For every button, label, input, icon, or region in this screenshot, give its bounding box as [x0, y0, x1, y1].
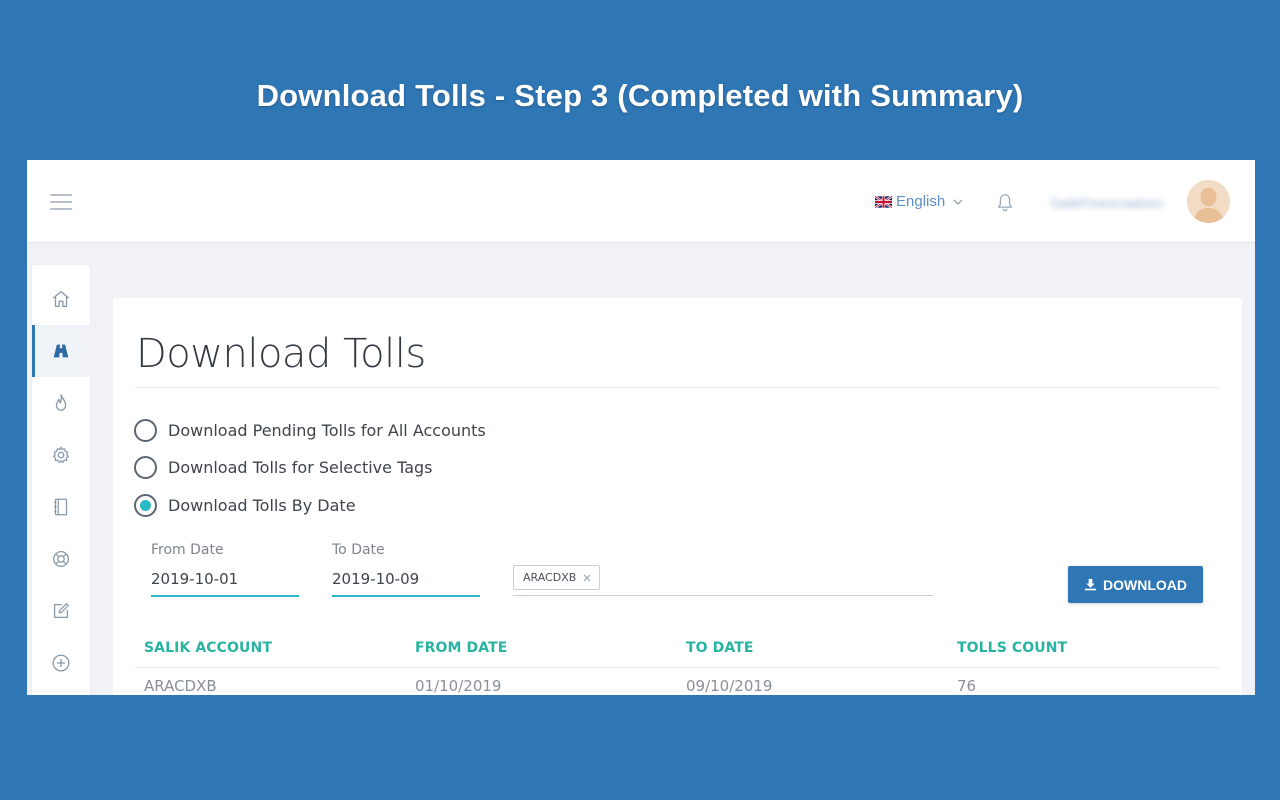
app-window: English SalikFinesUadmin: [27, 160, 1255, 695]
option-label: Download Tolls By Date: [168, 496, 356, 515]
sidebar: [32, 265, 90, 695]
table-row: ARACDXB 01/10/2019 09/10/2019 76: [135, 677, 1219, 695]
gear-icon: [50, 444, 72, 466]
to-date-field: To Date: [332, 542, 480, 597]
edit-icon: [50, 600, 72, 622]
radio-button[interactable]: [134, 456, 157, 479]
cell-to-date: 09/10/2019: [686, 677, 772, 695]
column-header-salik-account[interactable]: SALIK ACCOUNT: [144, 640, 272, 656]
option-selective-tags[interactable]: Download Tolls for Selective Tags: [134, 456, 432, 479]
column-header-to-date[interactable]: TO DATE: [686, 640, 754, 656]
sidebar-item-settings[interactable]: [32, 429, 90, 481]
page-title: Download Tolls: [136, 331, 426, 377]
download-button[interactable]: DOWNLOAD: [1068, 566, 1203, 603]
cell-tolls-count: 76: [957, 677, 976, 695]
close-icon[interactable]: [582, 573, 592, 583]
from-date-label: From Date: [151, 542, 299, 558]
notification-bell-icon[interactable]: [994, 192, 1016, 214]
home-icon: [50, 288, 72, 310]
download-icon: [1084, 578, 1097, 591]
language-selector[interactable]: English: [875, 193, 963, 210]
hamburger-menu-icon[interactable]: [50, 194, 72, 210]
option-pending-tolls[interactable]: Download Pending Tolls for All Accounts: [134, 419, 486, 442]
download-label: DOWNLOAD: [1103, 577, 1187, 593]
cell-salik-account: ARACDXB: [144, 677, 217, 695]
from-date-field: From Date: [151, 542, 299, 597]
to-date-label: To Date: [332, 542, 480, 558]
sidebar-item-tolls[interactable]: [32, 325, 90, 377]
road-icon: [50, 340, 72, 362]
sidebar-item-support[interactable]: [32, 533, 90, 585]
username[interactable]: SalikFinesUadmin: [1050, 195, 1163, 211]
option-label: Download Pending Tolls for All Accounts: [168, 421, 486, 440]
column-header-tolls-count[interactable]: TOLLS COUNT: [957, 640, 1067, 656]
tag-label: ARACDXB: [523, 571, 576, 584]
notebook-icon: [50, 496, 72, 518]
sidebar-item-home[interactable]: [32, 273, 90, 325]
cell-from-date: 01/10/2019: [415, 677, 501, 695]
table-header: SALIK ACCOUNT FROM DATE TO DATE TOLLS CO…: [135, 636, 1219, 668]
sidebar-item-fines[interactable]: [32, 377, 90, 429]
sidebar-item-reports[interactable]: [32, 481, 90, 533]
topbar: English SalikFinesUadmin: [27, 160, 1255, 243]
add-circle-icon: [50, 652, 72, 674]
banner-title: Download Tolls - Step 3 (Completed with …: [0, 78, 1280, 114]
tag-chip: ARACDXB: [513, 565, 600, 590]
language-label: English: [896, 193, 945, 210]
sidebar-item-edit[interactable]: [32, 585, 90, 637]
from-date-input[interactable]: [151, 570, 299, 597]
to-date-input[interactable]: [332, 570, 480, 597]
sidebar-item-add[interactable]: [32, 637, 90, 689]
tags-input[interactable]: ARACDXB: [513, 565, 933, 596]
uk-flag-icon: [875, 196, 892, 208]
lifebuoy-icon: [50, 548, 72, 570]
option-label: Download Tolls for Selective Tags: [168, 458, 432, 477]
avatar[interactable]: [1187, 180, 1230, 223]
radio-button[interactable]: [134, 419, 157, 442]
option-by-date[interactable]: Download Tolls By Date: [134, 494, 356, 517]
radio-button-checked[interactable]: [134, 494, 157, 517]
column-header-from-date[interactable]: FROM DATE: [415, 640, 507, 656]
download-tolls-card: Download Tolls Download Pending Tolls fo…: [113, 298, 1242, 695]
title-divider: [135, 387, 1219, 388]
chevron-down-icon: [953, 197, 963, 207]
fire-icon: [50, 392, 72, 414]
user-avatar-icon: [1187, 180, 1230, 223]
